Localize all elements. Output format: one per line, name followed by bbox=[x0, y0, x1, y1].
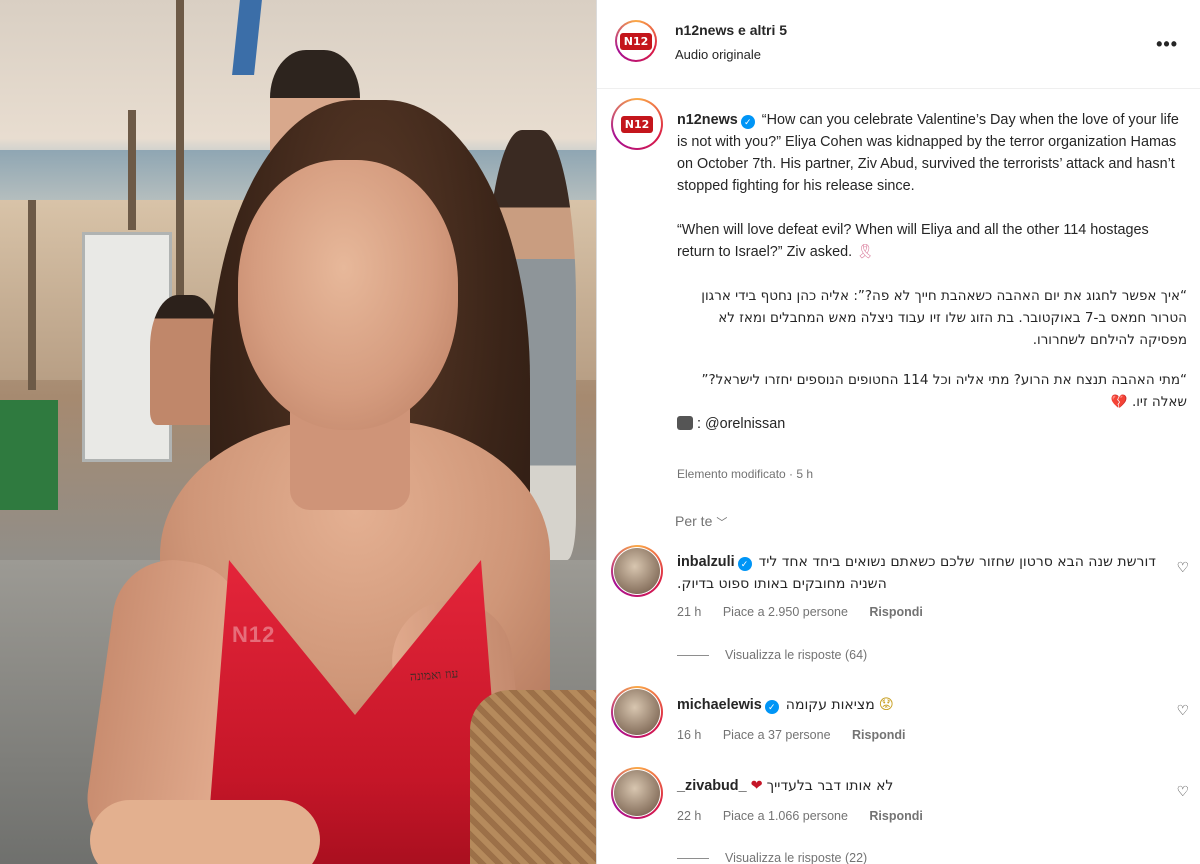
red-heart-emoji-icon: ❤ bbox=[750, 778, 763, 794]
comment-body: מציאות עקומה bbox=[785, 697, 875, 713]
verified-badge-icon: ✓ bbox=[764, 700, 779, 714]
comment-text: michaelewis ✓ מציאות עקומה 😟 bbox=[677, 694, 1157, 716]
divider-line bbox=[677, 858, 709, 860]
woman-face bbox=[238, 160, 458, 430]
comment-meta: 16 h Piace a 37 persone Rispondi bbox=[677, 728, 924, 742]
chevron-down-icon: ﹀ bbox=[716, 517, 728, 529]
comment-time[interactable]: 21 h bbox=[677, 605, 701, 619]
comment-meta: 22 h Piace a 1.066 persone Rispondi bbox=[677, 809, 941, 823]
edited-timestamp: Elemento modificato · 5 h bbox=[677, 467, 814, 481]
worried-face-emoji-icon: 😟 bbox=[878, 697, 894, 713]
n12-logo: N12 bbox=[619, 32, 653, 50]
like-comment-heart-icon[interactable]: ♡ bbox=[1176, 783, 1189, 800]
pole bbox=[128, 110, 136, 230]
comment-meta: 21 h Piace a 2.950 persone Rispondi bbox=[677, 605, 941, 619]
photographer-mention-link[interactable]: @orelnissan bbox=[705, 416, 785, 432]
for-you-filter[interactable]: Per te ﹀ bbox=[675, 513, 727, 530]
commenter-avatar[interactable] bbox=[611, 545, 663, 597]
comment-likes[interactable]: Piace a 37 persone bbox=[723, 728, 831, 742]
for-you-label: Per te bbox=[675, 513, 713, 529]
post-owner-names[interactable]: n12news e altri 5 bbox=[675, 22, 787, 38]
comment-likes[interactable]: Piace a 2.950 persone bbox=[723, 605, 848, 619]
header-avatar[interactable]: N12 bbox=[615, 20, 657, 62]
original-audio-link[interactable]: Audio originale bbox=[675, 47, 761, 62]
caption-avatar[interactable]: N12 bbox=[611, 98, 663, 150]
commenter-username[interactable]: michaelewis bbox=[677, 697, 762, 713]
woman-hands bbox=[90, 800, 320, 864]
view-replies-label: Visualizza le risposte (64) bbox=[725, 648, 868, 662]
credit-prefix: : bbox=[697, 416, 701, 432]
comment-text: inbalzuli ✓ דורשת שנה הבא סרטון שחזור שלכ… bbox=[677, 551, 1157, 595]
ribbon-emoji-icon: 🎗 bbox=[856, 244, 875, 260]
commenter-username[interactable]: inbalzuli bbox=[677, 554, 735, 570]
more-options-icon[interactable]: ••• bbox=[1156, 34, 1178, 55]
wicker-basket bbox=[470, 690, 596, 864]
verified-badge-icon: ✓ bbox=[740, 115, 755, 129]
reply-button[interactable]: Rispondi bbox=[869, 605, 922, 619]
caption-paragraph-2: “When will love defeat evil? When will E… bbox=[677, 222, 1149, 260]
commenter-username[interactable]: _zivabud_ bbox=[677, 778, 747, 794]
view-replies-button[interactable]: Visualizza le risposte (22) bbox=[677, 851, 867, 864]
reply-button[interactable]: Rispondi bbox=[852, 728, 905, 742]
pole bbox=[28, 200, 36, 390]
flag-pole bbox=[176, 0, 184, 300]
green-sign bbox=[0, 400, 58, 510]
view-replies-button[interactable]: Visualizza le risposte (64) bbox=[677, 648, 867, 662]
n12-watermark: N12 bbox=[232, 622, 276, 647]
caption-paragraph-3-hebrew: “איך אפשר לחגוג את יום האהבה כשאהבת חייך… bbox=[701, 288, 1187, 348]
caption-username[interactable]: n12news bbox=[677, 112, 738, 128]
commenter-avatar[interactable] bbox=[611, 686, 663, 738]
post-header: N12 n12news e altri 5 Audio originale ••… bbox=[597, 0, 1200, 89]
post-photo[interactable]: N12 עוז ואמונה bbox=[0, 0, 596, 864]
blue-flag bbox=[232, 0, 262, 75]
divider-line bbox=[677, 655, 709, 657]
like-comment-heart-icon[interactable]: ♡ bbox=[1176, 702, 1189, 719]
reply-button[interactable]: Rispondi bbox=[869, 809, 922, 823]
comment-time[interactable]: 16 h bbox=[677, 728, 701, 742]
comment-likes[interactable]: Piace a 1.066 persone bbox=[723, 809, 848, 823]
post-side-panel: N12 n12news e altri 5 Audio originale ••… bbox=[596, 0, 1200, 864]
commenter-avatar[interactable] bbox=[611, 767, 663, 819]
photographer-emoji-icon bbox=[677, 416, 693, 430]
comment-time[interactable]: 22 h bbox=[677, 809, 701, 823]
caption-text: n12news ✓ “How can you celebrate Valentin… bbox=[677, 109, 1187, 435]
broken-heart-emoji-icon: 💔 bbox=[1110, 394, 1128, 410]
n12-logo: N12 bbox=[620, 115, 654, 133]
comment-text: _zivabud_ ❤ לא אותו דבר בלעדייך bbox=[677, 775, 1157, 797]
view-replies-label: Visualizza le risposte (22) bbox=[725, 851, 868, 864]
comment-body: לא אותו דבר בלעדייך bbox=[766, 778, 894, 794]
verified-badge-icon: ✓ bbox=[737, 557, 752, 571]
like-comment-heart-icon[interactable]: ♡ bbox=[1176, 559, 1189, 576]
